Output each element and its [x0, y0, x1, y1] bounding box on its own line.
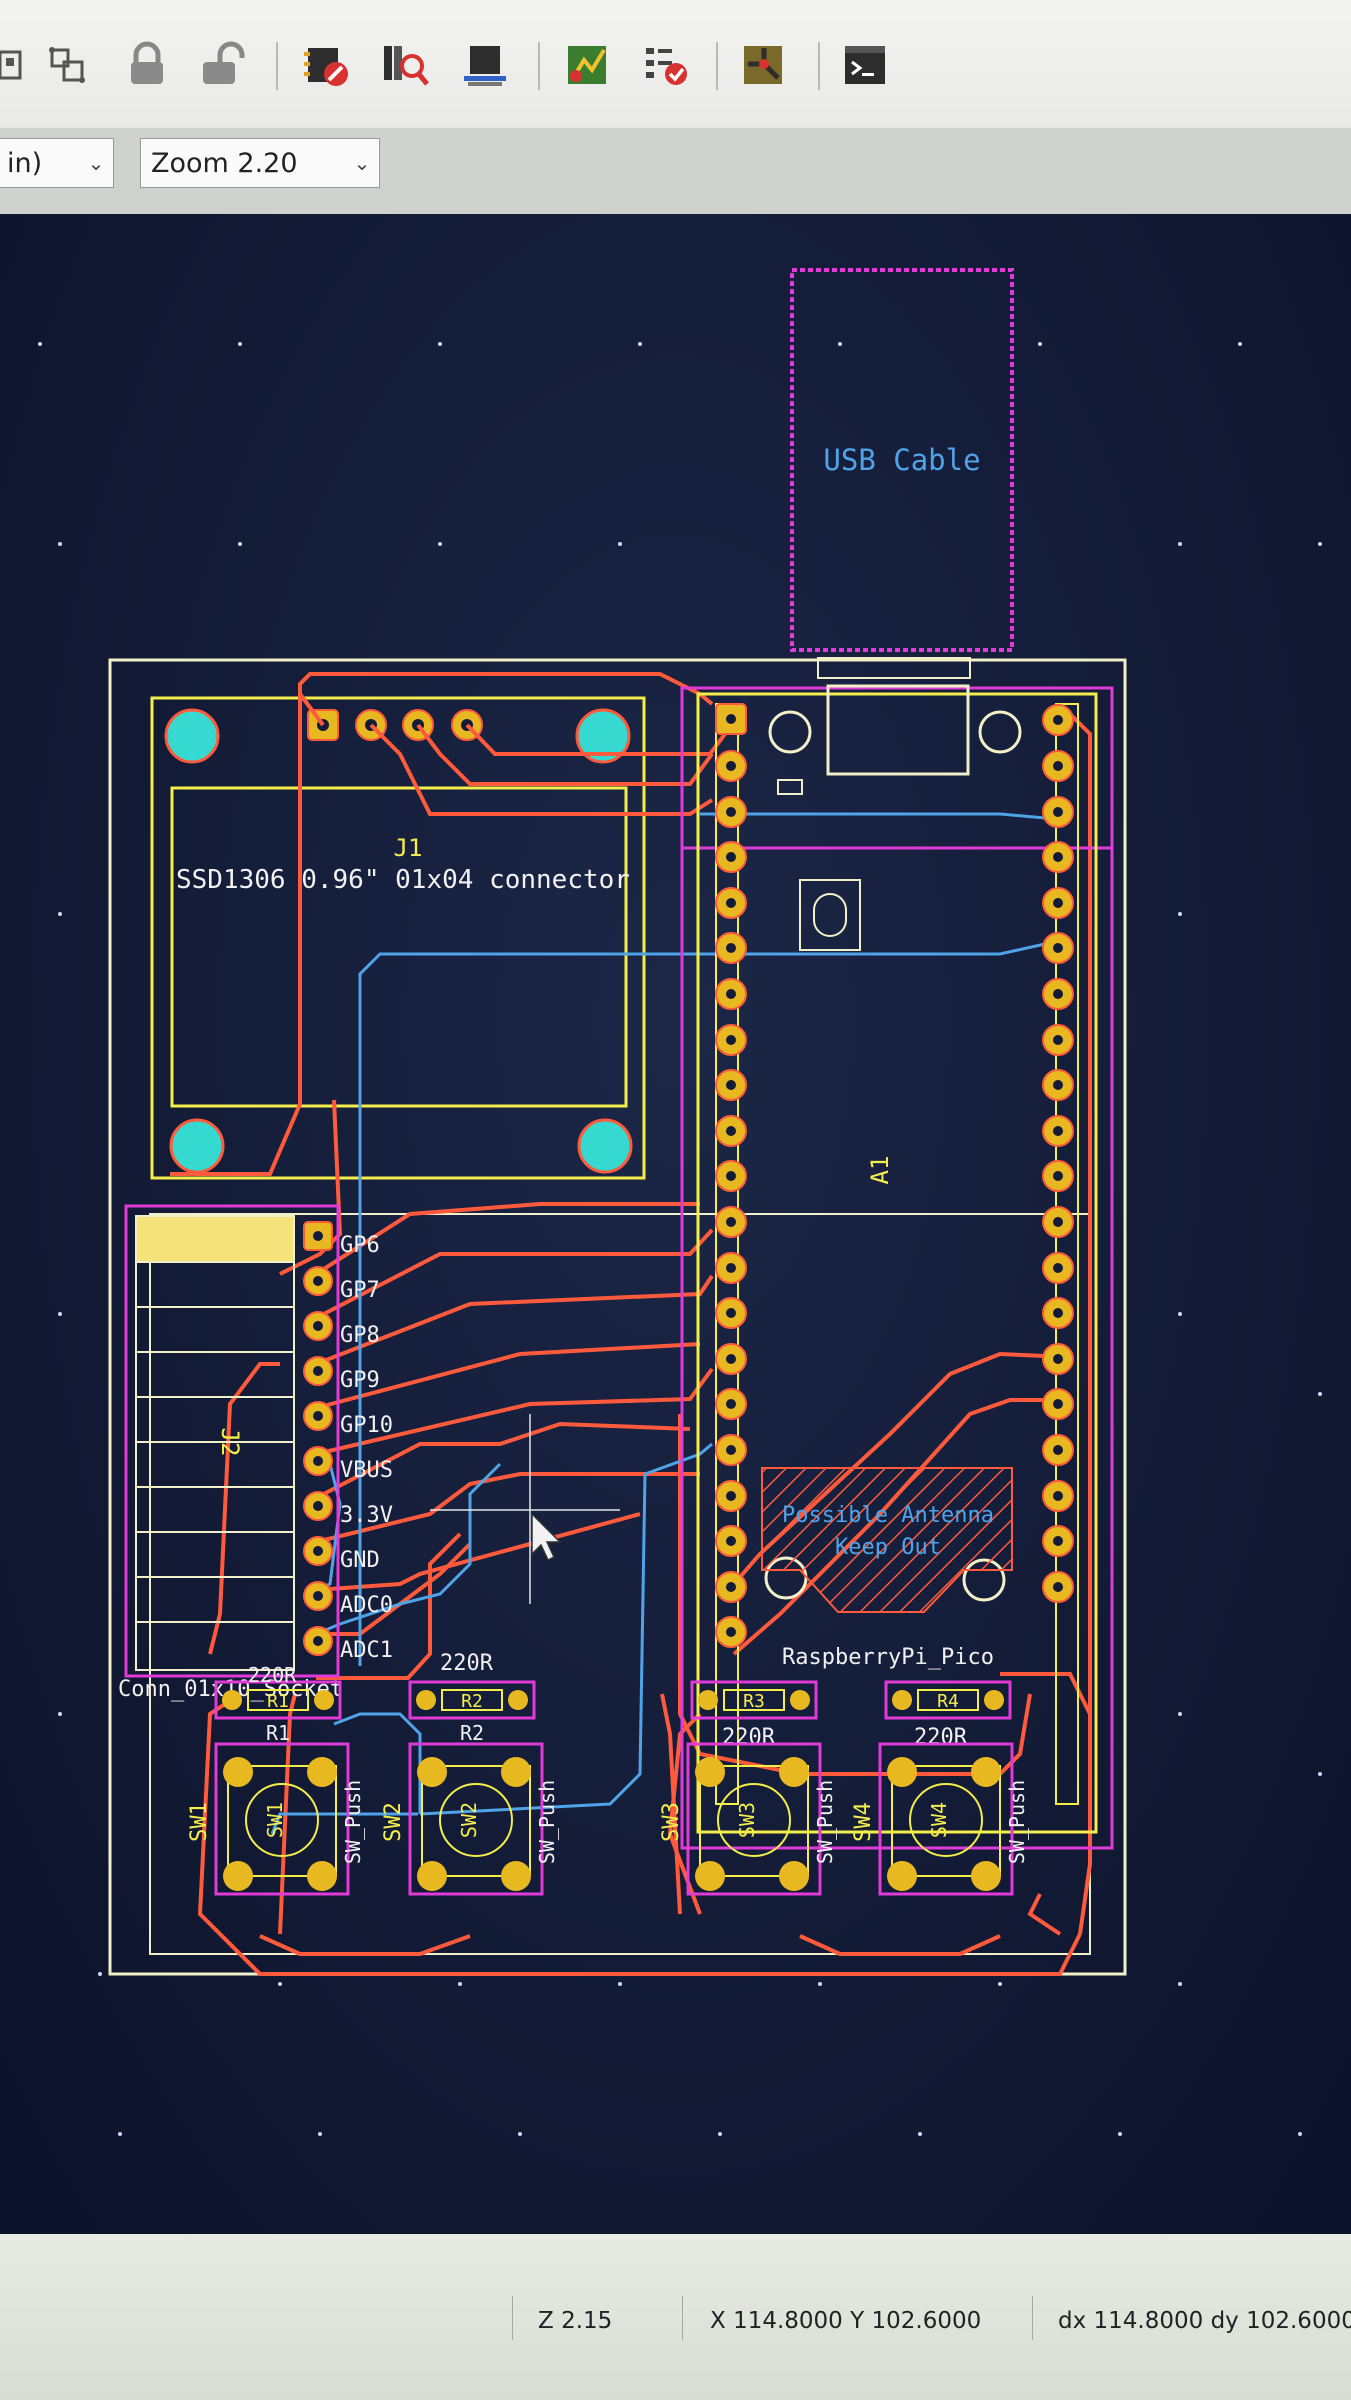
- footprint-library-browser-icon[interactable]: [378, 38, 432, 92]
- ungroup-icon[interactable]: [40, 38, 94, 92]
- pico-mount-hole: [978, 710, 1022, 754]
- zoom-select-value: Zoom 2.20: [151, 147, 298, 179]
- top-toolbar: in) ⌄ Zoom 2.20 ⌄: [0, 0, 1351, 188]
- pico-mount-hole: [768, 710, 812, 754]
- toolbar-separator: [538, 42, 540, 90]
- pcb-canvas[interactable]: USB Cable J1 SSD1306 0.96" 01x04 connect…: [0, 214, 1351, 2234]
- pin-label-gp8: GP8: [340, 1323, 380, 1348]
- r4-ref-label: R4: [937, 1691, 959, 1712]
- units-select[interactable]: in) ⌄: [0, 138, 114, 188]
- pin-label-3v3: 3.3V: [340, 1503, 393, 1528]
- toolbar-separator: [276, 42, 278, 90]
- status-cursor-position: X 114.8000 Y 102.6000: [710, 2308, 982, 2334]
- r1-value-label: 220R: [248, 1663, 297, 1687]
- r1-ref-label: R1: [267, 1691, 289, 1712]
- pico-bootsel-button: [799, 879, 861, 951]
- sw3-ref-label: SW3: [659, 1802, 684, 1842]
- r2-value-label: 220R: [440, 1651, 494, 1676]
- toolbar-separator: [818, 42, 820, 90]
- switch-sw4[interactable]: SW4 SW4 SW_Push: [851, 1742, 1029, 1896]
- units-select-value: in): [7, 147, 43, 179]
- sw2-center-label: SW2: [457, 1802, 481, 1838]
- zoom-select[interactable]: Zoom 2.20 ⌄: [140, 138, 380, 188]
- pico-ref-label: A1: [866, 1156, 894, 1185]
- sw1-value-label: SW_Push: [341, 1780, 365, 1864]
- mouse-pointer-icon: [531, 1512, 562, 1562]
- pin-label-gp7: GP7: [340, 1278, 380, 1303]
- scripting-console-icon[interactable]: [838, 38, 892, 92]
- status-separator: [1032, 2296, 1033, 2340]
- mounting-hole: [577, 1118, 633, 1174]
- status-separator: [512, 2296, 513, 2340]
- unlock-icon[interactable]: [196, 38, 250, 92]
- status-bar: Z 2.15 X 114.8000 Y 102.6000 dx 114.8000…: [0, 2234, 1351, 2400]
- usb-cable-label: USB Cable: [823, 443, 980, 477]
- sw4-center-label: SW4: [927, 1802, 951, 1838]
- group-icon[interactable]: [0, 38, 34, 92]
- sw1-center-label: SW1: [263, 1802, 287, 1838]
- sw2-ref-label: SW2: [381, 1802, 406, 1842]
- chevron-down-icon: ⌄: [353, 151, 371, 175]
- sw4-ref-label: SW4: [851, 1802, 876, 1842]
- pin-label-gnd: GND: [340, 1548, 380, 1573]
- j2-socket-highlight: [136, 1216, 294, 1262]
- status-separator: [682, 2296, 683, 2340]
- pcb-layout[interactable]: USB Cable J1 SSD1306 0.96" 01x04 connect…: [0, 214, 1351, 2234]
- resistor-r4[interactable]: R4 220R: [884, 1680, 1012, 1750]
- oled-value-label: SSD1306 0.96" 01x04 connector: [176, 865, 630, 895]
- sw3-value-label: SW_Push: [813, 1780, 837, 1864]
- 3d-viewer-icon[interactable]: [458, 38, 512, 92]
- route-tracks-icon[interactable]: [736, 38, 790, 92]
- mounting-hole: [164, 708, 220, 764]
- pin-label-gp6: GP6: [340, 1233, 380, 1258]
- antenna-keepout-label-2: Keep Out: [835, 1535, 941, 1560]
- sw1-resistor-ref-label: R1: [266, 1721, 290, 1745]
- pin-label-gp10: GP10: [340, 1413, 393, 1438]
- toolbar-separator: [716, 42, 718, 90]
- pin-label-gp9: GP9: [340, 1368, 380, 1393]
- sw1-ref-label: SW1: [187, 1802, 212, 1842]
- mounting-hole: [169, 1118, 225, 1174]
- antenna-keepout-label: Possible Antenna: [782, 1503, 994, 1528]
- pico-usb-connector: [826, 684, 970, 776]
- sw2-value-label: SW_Push: [535, 1780, 559, 1864]
- sw4-value-label: SW_Push: [1005, 1780, 1029, 1864]
- status-delta: dx 114.8000 dy 102.6000: [1058, 2308, 1351, 2334]
- status-zoom: Z 2.15: [538, 2308, 613, 2334]
- pin-label-adc0: ADC0: [340, 1593, 393, 1618]
- pico-right-header: [1042, 704, 1074, 1603]
- r3-ref-label: R3: [743, 1691, 765, 1712]
- resistor-r1[interactable]: R1 220R: [214, 1663, 342, 1720]
- j2-socket-footprint[interactable]: J2 GP6 GP7 GP8 GP9 GP10 VBUS 3.3V GND AD…: [118, 1215, 393, 1702]
- resistor-r2[interactable]: R2 220R: [408, 1651, 536, 1720]
- j2-ref-label: J2: [216, 1428, 244, 1457]
- r3-value-label: 220R: [722, 1725, 776, 1750]
- r4-value-label: 220R: [914, 1725, 968, 1750]
- switch-sw1[interactable]: SW1 SW1 SW_Push R1: [187, 1721, 365, 1896]
- pico-value-label: RaspberryPi_Pico: [782, 1645, 994, 1670]
- pin-label-vbus: VBUS: [340, 1458, 393, 1483]
- r2-ref-label: R2: [461, 1691, 483, 1712]
- pin-label-adc1: ADC1: [340, 1638, 393, 1663]
- lock-icon[interactable]: [120, 38, 174, 92]
- chevron-down-icon: ⌄: [87, 151, 105, 175]
- resistor-r3[interactable]: R3 220R: [690, 1680, 818, 1750]
- sw2-resistor-ref-label: R2: [460, 1721, 484, 1745]
- oled-ref-label: J1: [394, 834, 423, 862]
- oled-footprint-j1[interactable]: J1 SSD1306 0.96" 01x04 connector: [150, 696, 646, 1180]
- footprint-editor-icon[interactable]: [300, 38, 354, 92]
- sw3-center-label: SW3: [735, 1802, 759, 1838]
- drc-icon[interactable]: [640, 38, 694, 92]
- schematic-update-icon[interactable]: [560, 38, 614, 92]
